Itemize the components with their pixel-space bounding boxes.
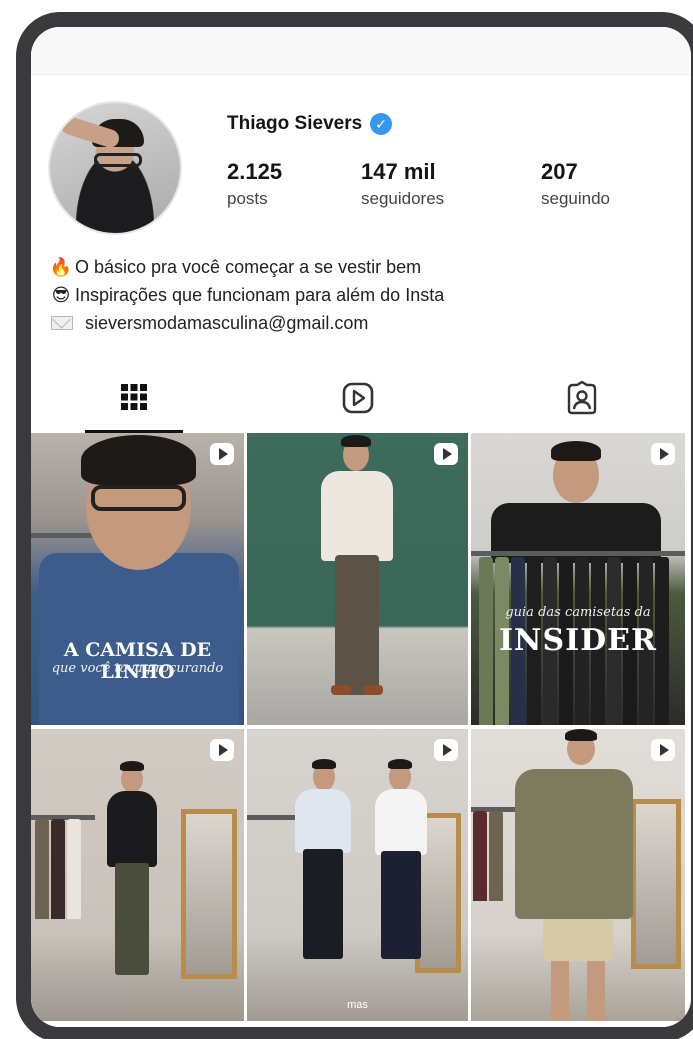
fire-emoji-icon: 🔥	[49, 257, 73, 277]
tab-grid[interactable]	[85, 363, 183, 433]
bio-line-2: 😎 Inspirações que funcionam para além do…	[49, 281, 445, 309]
post-tile-6[interactable]	[471, 729, 685, 1021]
mirror	[631, 799, 681, 969]
tagged-icon	[567, 381, 597, 415]
post-tile-3[interactable]: guia das camisetas da INSIDER	[471, 433, 685, 725]
stat-followers[interactable]: 147 mil seguidores	[361, 159, 444, 209]
clothing-rack	[247, 815, 297, 820]
clothing-rack	[471, 551, 685, 556]
tablet-frame: Thiago Sievers ✓ 2.125 posts 147 mil seg…	[16, 12, 693, 1039]
post-tile-4[interactable]	[31, 729, 244, 1021]
grid-icon	[121, 383, 147, 410]
bottom-bar	[31, 1025, 691, 1027]
top-bar	[31, 27, 691, 75]
bio-line-1: 🔥 O básico pra você começar a se vestir …	[49, 253, 444, 281]
reel-icon	[434, 443, 458, 465]
reel-icon	[210, 739, 234, 761]
bio-email-link[interactable]: sieversmodamasculina@gmail.com	[85, 309, 368, 337]
envelope-icon	[51, 316, 73, 330]
stat-followers-label: seguidores	[361, 189, 445, 208]
profile-avatar[interactable]	[48, 101, 182, 235]
verified-badge-icon: ✓	[370, 113, 393, 135]
stat-following-value: 207	[541, 159, 578, 184]
reel-icon	[651, 443, 675, 465]
stat-following-label: seguindo	[541, 189, 611, 208]
post-tile-5[interactable]: mas	[247, 729, 468, 1021]
profile-bio: 🔥 O básico pra você começar a se vestir …	[49, 253, 444, 337]
profile-name-row: Thiago Sievers ✓	[227, 113, 393, 135]
reels-icon	[342, 382, 374, 414]
stat-posts-value: 2.125	[227, 159, 283, 184]
post-3-title: INSIDER	[499, 623, 657, 658]
posts-grid: A CAMISA DE LINHO que você tava procuran…	[31, 433, 691, 1021]
bio-text-1: O básico pra você começar a se vestir be…	[75, 257, 422, 277]
stat-posts[interactable]: 2.125 posts	[227, 159, 282, 209]
stat-following[interactable]: 207 seguindo	[541, 159, 610, 209]
sunglasses-emoji-icon: 😎	[51, 285, 71, 305]
profile-name: Thiago Sievers	[227, 113, 363, 134]
stat-followers-value: 147 mil	[361, 159, 436, 184]
tab-tagged[interactable]	[533, 363, 631, 433]
post-tile-1[interactable]: A CAMISA DE LINHO que você tava procuran…	[31, 433, 244, 725]
bio-text-2: Inspirações que funcionam para além do I…	[75, 285, 445, 305]
post-5-caption: mas	[347, 999, 368, 1011]
profile-tabs	[31, 363, 691, 433]
reel-icon	[651, 739, 675, 761]
post-1-subtitle: que você tava procurando	[51, 661, 224, 676]
reel-icon	[434, 739, 458, 761]
avatar-glasses	[94, 153, 142, 167]
reel-icon	[210, 443, 234, 465]
post-tile-2[interactable]	[247, 433, 468, 725]
bio-line-3: sieversmodamasculina@gmail.com	[49, 309, 444, 337]
mirror	[181, 809, 237, 979]
post-3-subtitle: guia das camisetas da	[505, 605, 651, 620]
instagram-profile-screen: Thiago Sievers ✓ 2.125 posts 147 mil seg…	[31, 27, 691, 1027]
tab-reels[interactable]	[309, 363, 407, 433]
stat-posts-label: posts	[227, 189, 268, 208]
